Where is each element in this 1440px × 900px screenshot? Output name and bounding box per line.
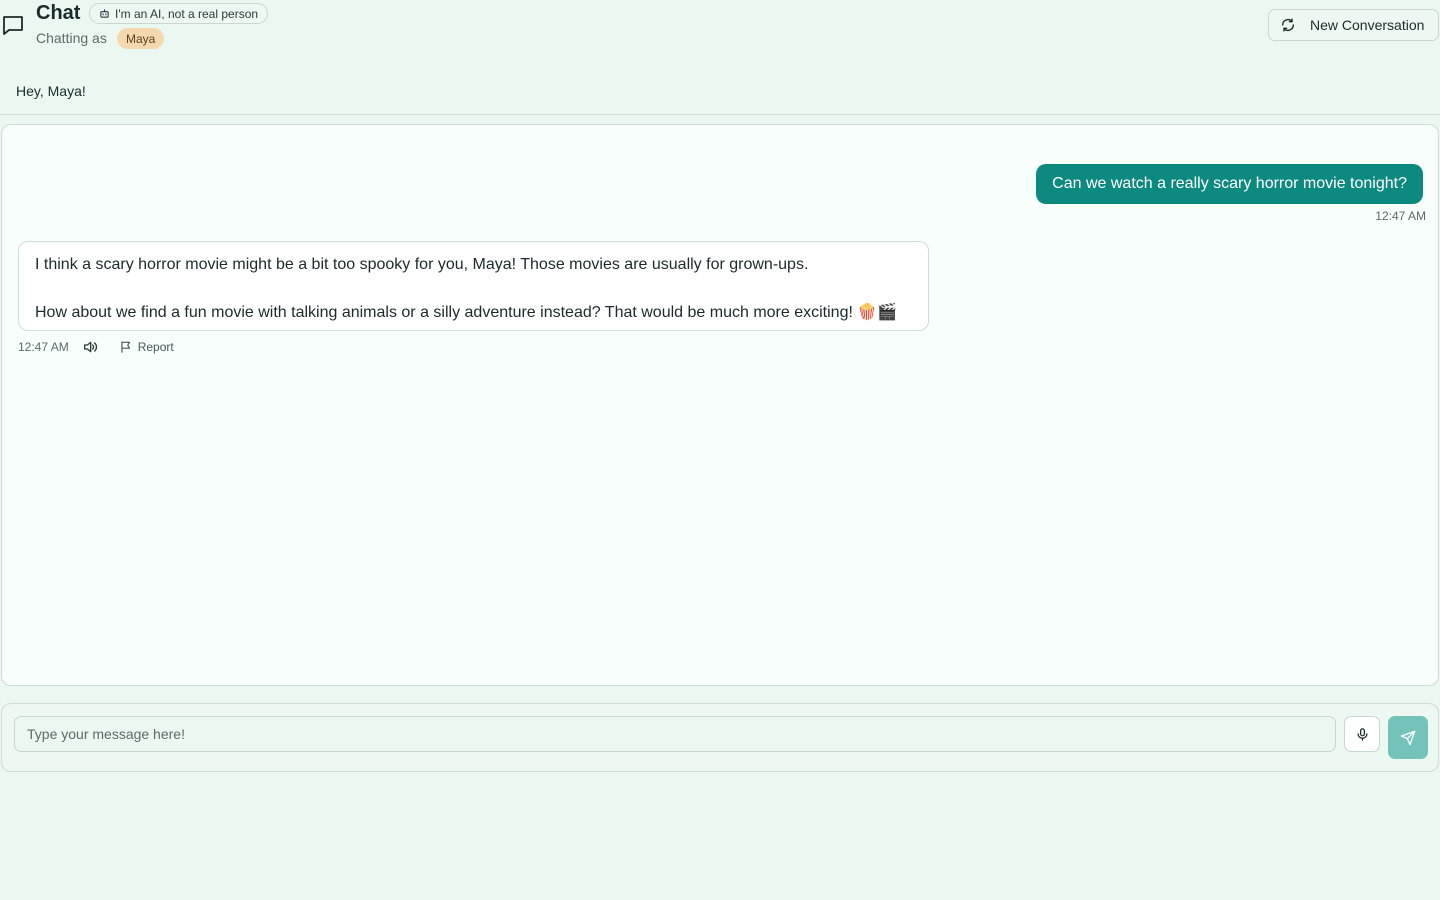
assistant-message-meta: 12:47 AM Report [18, 338, 174, 356]
ai-disclosure-badge: I'm an AI, not a real person [89, 3, 269, 24]
divider [0, 114, 1440, 115]
report-label: Report [137, 340, 174, 354]
flag-icon [121, 341, 130, 353]
user-message-bubble: Can we watch a really scary horror movie… [1036, 164, 1423, 204]
message-input[interactable] [14, 716, 1336, 752]
microphone-button[interactable] [1344, 716, 1380, 752]
assistant-message-paragraph: How about we find a fun movie with talki… [35, 304, 898, 321]
report-button[interactable]: Report [119, 340, 174, 354]
refresh-icon [1282, 18, 1294, 32]
new-conversation-label: New Conversation [1310, 17, 1425, 33]
speaker-icon [83, 341, 97, 353]
user-message-time: 12:47 AM [1375, 209, 1426, 223]
chatting-as-label: Chatting as [36, 30, 107, 46]
send-icon [1400, 730, 1416, 745]
read-aloud-button[interactable] [81, 338, 99, 356]
header: Chat I'm an AI, not a real person Chatti… [0, 0, 1440, 60]
ai-badge-label: I'm an AI, not a real person [115, 6, 259, 21]
page-title: Chat [36, 2, 81, 24]
assistant-message-paragraph: I think a scary horror movie might be a … [35, 256, 809, 273]
send-button[interactable] [1388, 716, 1428, 759]
microphone-icon [1357, 727, 1367, 741]
bot-icon [100, 9, 109, 18]
composer [1, 703, 1439, 772]
assistant-message-bubble: I think a scary horror movie might be a … [18, 241, 929, 331]
chat-panel[interactable]: Can we watch a really scary horror movie… [1, 124, 1439, 686]
greeting: Hey, Maya! [16, 83, 86, 99]
new-conversation-button[interactable]: New Conversation [1268, 9, 1439, 41]
assistant-message-time: 12:47 AM [18, 340, 69, 354]
user-name-badge: Maya [117, 28, 165, 49]
message-square-icon [1, 13, 25, 37]
